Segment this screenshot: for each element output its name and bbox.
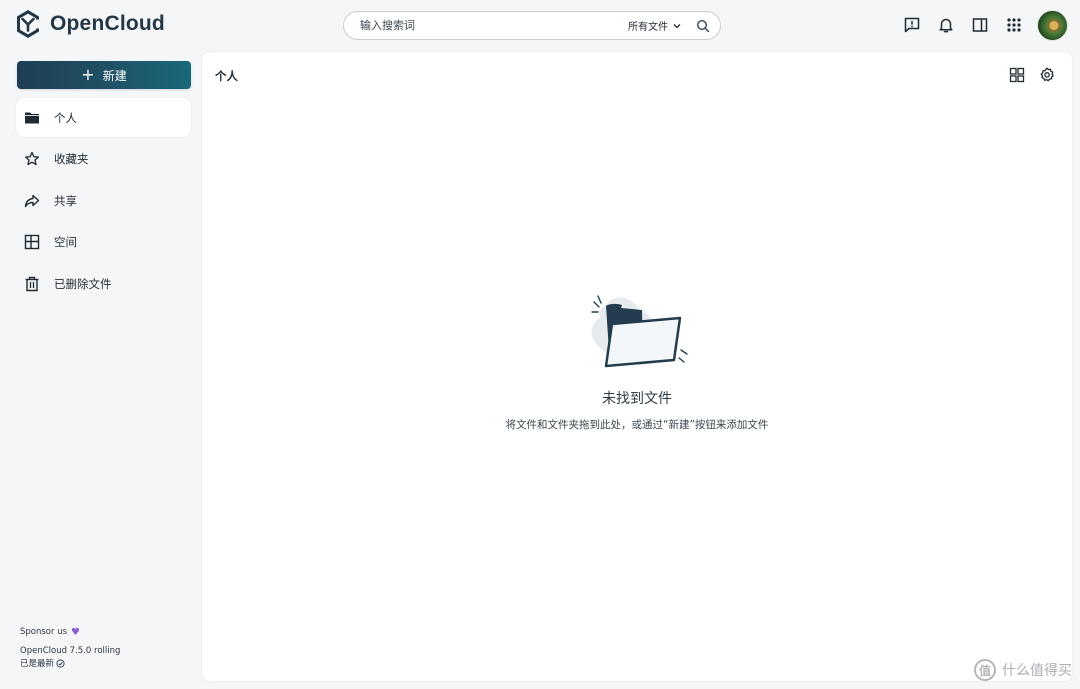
share-icon [24, 194, 40, 207]
empty-state-hint: 将文件和文件夹拖到此处，或通过“新建”按钮来添加文件 [505, 419, 769, 431]
update-status: 已是最新 [20, 657, 120, 669]
empty-folder-icon [591, 295, 688, 368]
sidebar-item-deleted-files[interactable]: 已删除文件 [16, 264, 191, 303]
folder-icon [25, 112, 39, 123]
logo[interactable]: OpenCloud [14, 8, 165, 40]
opencloud-logo-icon [17, 10, 39, 38]
sidebar-nav: 个人 收藏夹 共享 空间 已删除文件 [16, 98, 191, 306]
sidebar-item-label: 共享 [54, 193, 77, 208]
app-switcher-button[interactable] [997, 8, 1031, 42]
update-status-label: 已是最新 [20, 659, 55, 669]
user-avatar[interactable] [1037, 9, 1068, 41]
feedback-button[interactable] [895, 8, 929, 42]
side-panel-icon [972, 18, 988, 32]
watermark-text: 什么值得买 [1002, 663, 1072, 679]
sidebar-item-favorites[interactable]: 收藏夹 [16, 140, 191, 179]
empty-state: 未找到文件 将文件和文件夹拖到此处，或通过“新建”按钮来添加文件 [202, 288, 1072, 432]
grid-view-icon [1009, 67, 1025, 83]
view-options [1002, 64, 1062, 86]
top-actions [895, 8, 1068, 42]
view-settings-button[interactable] [1032, 64, 1062, 86]
brand-name: OpenCloud [50, 12, 165, 35]
sidebar: + 新建 个人 收藏夹 共享 空间 已删除文件 Sponsor us ♥ Ope… [0, 50, 200, 689]
watermark-logo-icon: 值 [974, 659, 996, 681]
sidebar-toggle-button[interactable] [963, 8, 997, 42]
search-icon[interactable] [696, 19, 710, 33]
sidebar-item-spaces[interactable]: 空间 [16, 223, 191, 262]
search-input[interactable] [358, 18, 628, 33]
plus-icon: + [81, 65, 95, 84]
spaces-icon [24, 234, 40, 250]
sidebar-item-label: 已删除文件 [54, 276, 112, 291]
sponsor-link[interactable]: Sponsor us ♥ [20, 626, 120, 638]
breadcrumb[interactable]: 个人 [215, 68, 238, 84]
empty-state-title: 未找到文件 [602, 391, 672, 407]
search-scope-label: 所有文件 [628, 22, 668, 33]
search-scope-select[interactable]: 所有文件 [628, 18, 682, 33]
trash-icon [25, 276, 39, 291]
new-button-label: 新建 [102, 68, 127, 83]
search-bar: 所有文件 [343, 11, 721, 40]
new-button[interactable]: + 新建 [17, 61, 191, 89]
version-text: OpenCloud 7.5.0 rolling [20, 646, 121, 656]
check-circle-icon [56, 658, 65, 668]
main-panel: 个人 未找到文件 将文件和文件夹拖到此处，或通过“新建”按钮来添加文件 [202, 52, 1072, 681]
feedback-icon [904, 17, 920, 33]
sponsor-label: Sponsor us [20, 627, 68, 637]
gear-icon [1040, 67, 1054, 82]
watermark: 值 什么值得买 [974, 659, 1072, 681]
bell-icon [939, 18, 953, 33]
heart-icon: ♥ [71, 626, 80, 638]
star-icon [24, 151, 40, 166]
chevron-down-icon [673, 23, 681, 28]
sidebar-footer: Sponsor us ♥ OpenCloud 7.5.0 rolling 已是最… [20, 626, 121, 670]
notifications-button[interactable] [929, 8, 963, 42]
sidebar-item-label: 个人 [54, 110, 77, 125]
tiles-view-button[interactable] [1002, 64, 1032, 86]
sidebar-item-label: 空间 [54, 235, 77, 249]
top-bar: OpenCloud 所有文件 [0, 0, 1080, 50]
sidebar-item-label: 收藏夹 [54, 152, 89, 166]
apps-grid-icon [1007, 18, 1021, 32]
sidebar-item-personal[interactable]: 个人 [16, 98, 191, 137]
sidebar-item-shares[interactable]: 共享 [16, 181, 191, 220]
